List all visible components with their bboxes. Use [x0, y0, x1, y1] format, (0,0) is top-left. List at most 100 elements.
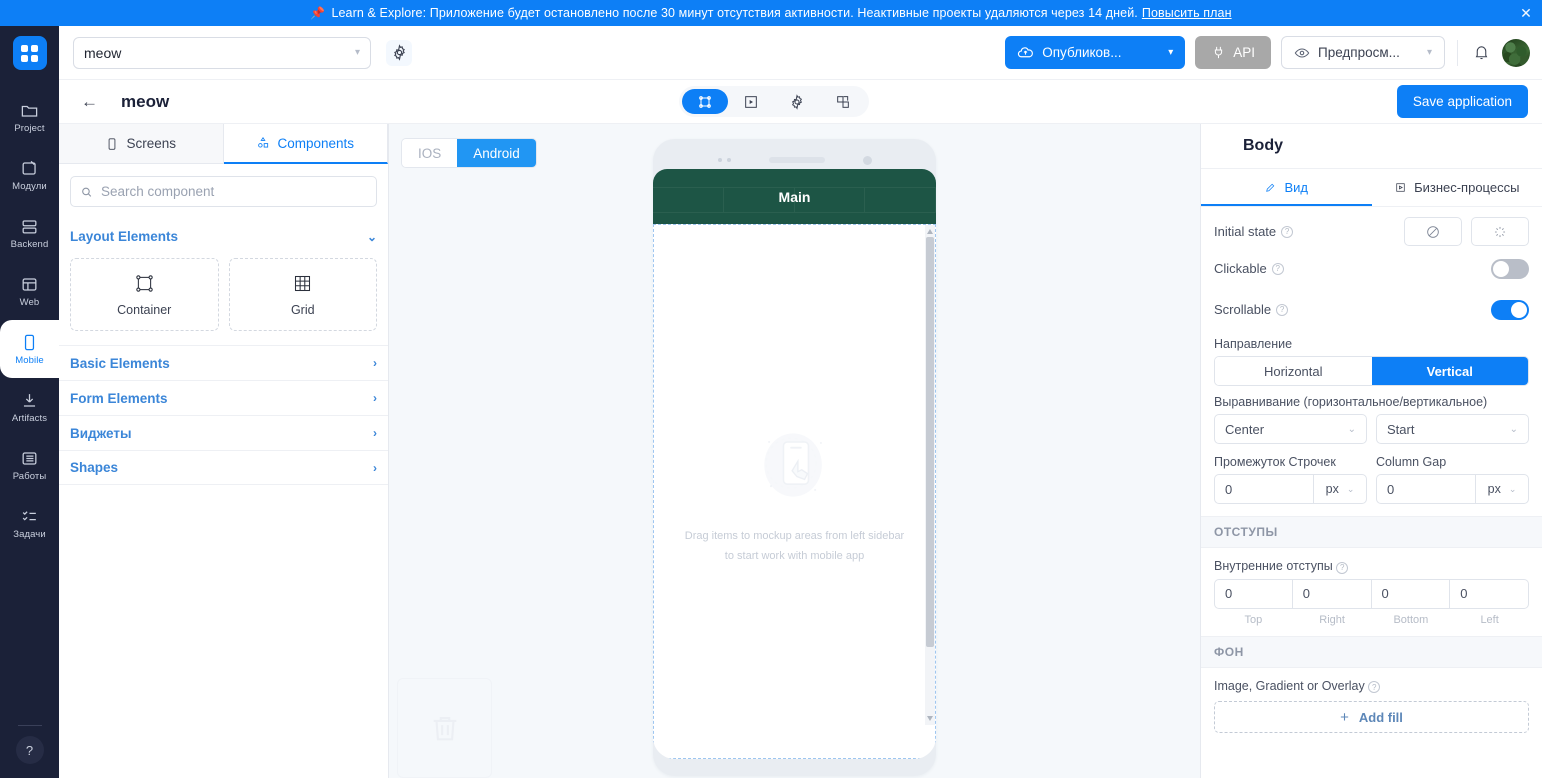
sidebar-item-backend[interactable]: Backend: [0, 204, 59, 262]
clickable-toggle[interactable]: [1491, 258, 1529, 279]
help-circle-icon[interactable]: ?: [15, 736, 44, 764]
scroll-down-arrow-icon[interactable]: [927, 716, 933, 721]
user-avatar[interactable]: [1502, 38, 1530, 67]
search-icon: [82, 187, 92, 197]
sidebar-item-mobile[interactable]: Mobile: [0, 320, 59, 378]
phone-speaker-icon: [768, 157, 825, 163]
mode-preview-button[interactable]: [728, 89, 774, 114]
notifications-button[interactable]: [1470, 42, 1492, 64]
mode-settings-button[interactable]: [774, 89, 820, 114]
mode-design-button[interactable]: [682, 89, 728, 114]
padding-label-text: Внутренние отступы: [1214, 559, 1333, 573]
phone-body-dropzone[interactable]: Drag items to mockup areas from left sid…: [653, 224, 936, 759]
close-icon[interactable]: ✕: [1520, 6, 1532, 20]
alignment-vertical-select[interactable]: Start ⌄: [1376, 414, 1529, 444]
gaps-block: Промежуток Строчек px ⌄ Column Gap: [1201, 444, 1542, 516]
direction-label: Направление: [1214, 337, 1293, 351]
direction-vertical-button[interactable]: Vertical: [1371, 357, 1528, 385]
scrollable-toggle[interactable]: [1491, 299, 1529, 320]
download-icon: [23, 393, 36, 407]
section-form-elements[interactable]: Form Elements ›: [59, 380, 388, 415]
preview-label: Предпросм...: [1318, 45, 1400, 60]
os-button-ios[interactable]: IOS: [402, 139, 458, 167]
tab-screens[interactable]: Screens: [59, 124, 224, 164]
mode-integrations-button[interactable]: [820, 89, 866, 114]
loading-spinner-icon: [1494, 226, 1506, 237]
help-icon[interactable]: ?: [1281, 225, 1294, 238]
phone-vertical-scrollbar[interactable]: [925, 225, 935, 725]
padding-top-input[interactable]: [1214, 578, 1293, 609]
appbar-title: Main: [778, 188, 811, 205]
direction-block: Направление Horizontal Vertical: [1201, 330, 1542, 386]
api-button[interactable]: API: [1195, 36, 1271, 69]
component-grid[interactable]: Grid: [228, 258, 377, 331]
help-icon[interactable]: ?: [1276, 303, 1289, 316]
project-settings-button[interactable]: [386, 39, 412, 66]
frame-icon: [699, 95, 711, 108]
scroll-up-arrow-icon[interactable]: [927, 229, 933, 234]
sidebar-item-web[interactable]: Web: [0, 262, 59, 320]
scrollable-label: Scrollable ?: [1214, 302, 1289, 317]
row-gap-unit-value: px: [1325, 482, 1339, 496]
sidebar-item-artifacts[interactable]: Artifacts: [0, 378, 59, 436]
help-icon[interactable]: ?: [1336, 561, 1349, 574]
project-selector[interactable]: meow ▾: [73, 36, 371, 69]
delete-dropzone[interactable]: [397, 678, 492, 778]
tab-appearance-label: Вид: [1284, 180, 1309, 195]
tab-appearance[interactable]: Вид: [1201, 169, 1372, 206]
app-subheader: ← meow Save application: [59, 80, 1542, 124]
search-box[interactable]: [70, 176, 377, 207]
padding-bottom-input[interactable]: [1371, 578, 1451, 609]
editor-mode-switch: [679, 86, 869, 117]
clickable-text: Clickable: [1214, 261, 1267, 276]
add-fill-button[interactable]: + Add fill: [1214, 701, 1529, 733]
upgrade-plan-link[interactable]: Повысить план: [1142, 6, 1232, 20]
sidebar-item-tasks[interactable]: Задачи: [0, 494, 59, 552]
section-label: Layout Elements: [70, 229, 179, 244]
padding-top-cell: Top: [1214, 578, 1293, 626]
section-shapes[interactable]: Shapes ›: [59, 450, 388, 485]
column-gap-group: Column Gap px ⌄: [1376, 455, 1529, 504]
search-input[interactable]: [100, 184, 367, 199]
initial-state-none-button[interactable]: [1404, 217, 1462, 246]
column-gap-input[interactable]: [1376, 474, 1475, 504]
pushpin-icon: 📌: [310, 6, 326, 20]
app-logo[interactable]: [12, 36, 47, 70]
direction-horizontal-button[interactable]: Horizontal: [1215, 357, 1372, 385]
top-header: meow ▾ Опубликов... ▾ API Предпросм... ▾: [59, 26, 1542, 80]
sidebar-item-works[interactable]: Работы: [0, 436, 59, 494]
tab-components[interactable]: Components: [223, 124, 388, 164]
arrow-left-icon[interactable]: ←: [81, 92, 98, 112]
tab-business-processes-label: Бизнес-процессы: [1414, 180, 1520, 195]
component-container[interactable]: Container: [70, 258, 219, 331]
padding-right-input[interactable]: [1292, 578, 1372, 609]
section-layout-elements[interactable]: Layout Elements ⌄: [59, 219, 388, 254]
column-gap-unit-select[interactable]: px ⌄: [1475, 474, 1529, 504]
save-application-button[interactable]: Save application: [1396, 85, 1528, 118]
section-label: Basic Elements: [70, 355, 170, 371]
padding-left-input[interactable]: [1450, 578, 1529, 609]
initial-state-loading-button[interactable]: [1471, 217, 1529, 246]
section-basic-elements[interactable]: Basic Elements ›: [59, 345, 388, 380]
sidebar-item-modules[interactable]: Модули: [0, 146, 59, 204]
brush-icon: [1266, 183, 1275, 192]
scrollbar-thumb[interactable]: [926, 237, 934, 647]
row-gap-unit-select[interactable]: px ⌄: [1313, 474, 1367, 504]
sidebar-item-project[interactable]: Project: [0, 88, 59, 146]
tab-business-processes[interactable]: Бизнес-процессы: [1372, 169, 1542, 206]
help-icon[interactable]: ?: [1368, 681, 1381, 693]
row-gap-input[interactable]: [1214, 474, 1313, 504]
publish-button[interactable]: Опубликов... ▾: [1005, 36, 1186, 69]
components-icon: [258, 136, 269, 148]
eye-icon: [1294, 47, 1310, 58]
alignment-horizontal-select[interactable]: Center ⌄: [1214, 414, 1367, 444]
chevron-down-icon: ▾: [354, 47, 360, 58]
preview-button[interactable]: Предпросм... ▾: [1281, 36, 1445, 69]
help-icon[interactable]: ?: [1271, 262, 1284, 275]
row-gap-row: px ⌄: [1214, 474, 1367, 504]
chevron-right-icon: ›: [373, 356, 377, 370]
section-widgets[interactable]: Виджеты ›: [59, 415, 388, 450]
os-button-android[interactable]: Android: [457, 139, 536, 167]
phone-appbar[interactable]: Main: [653, 169, 936, 224]
chevron-right-icon: ›: [373, 460, 377, 475]
